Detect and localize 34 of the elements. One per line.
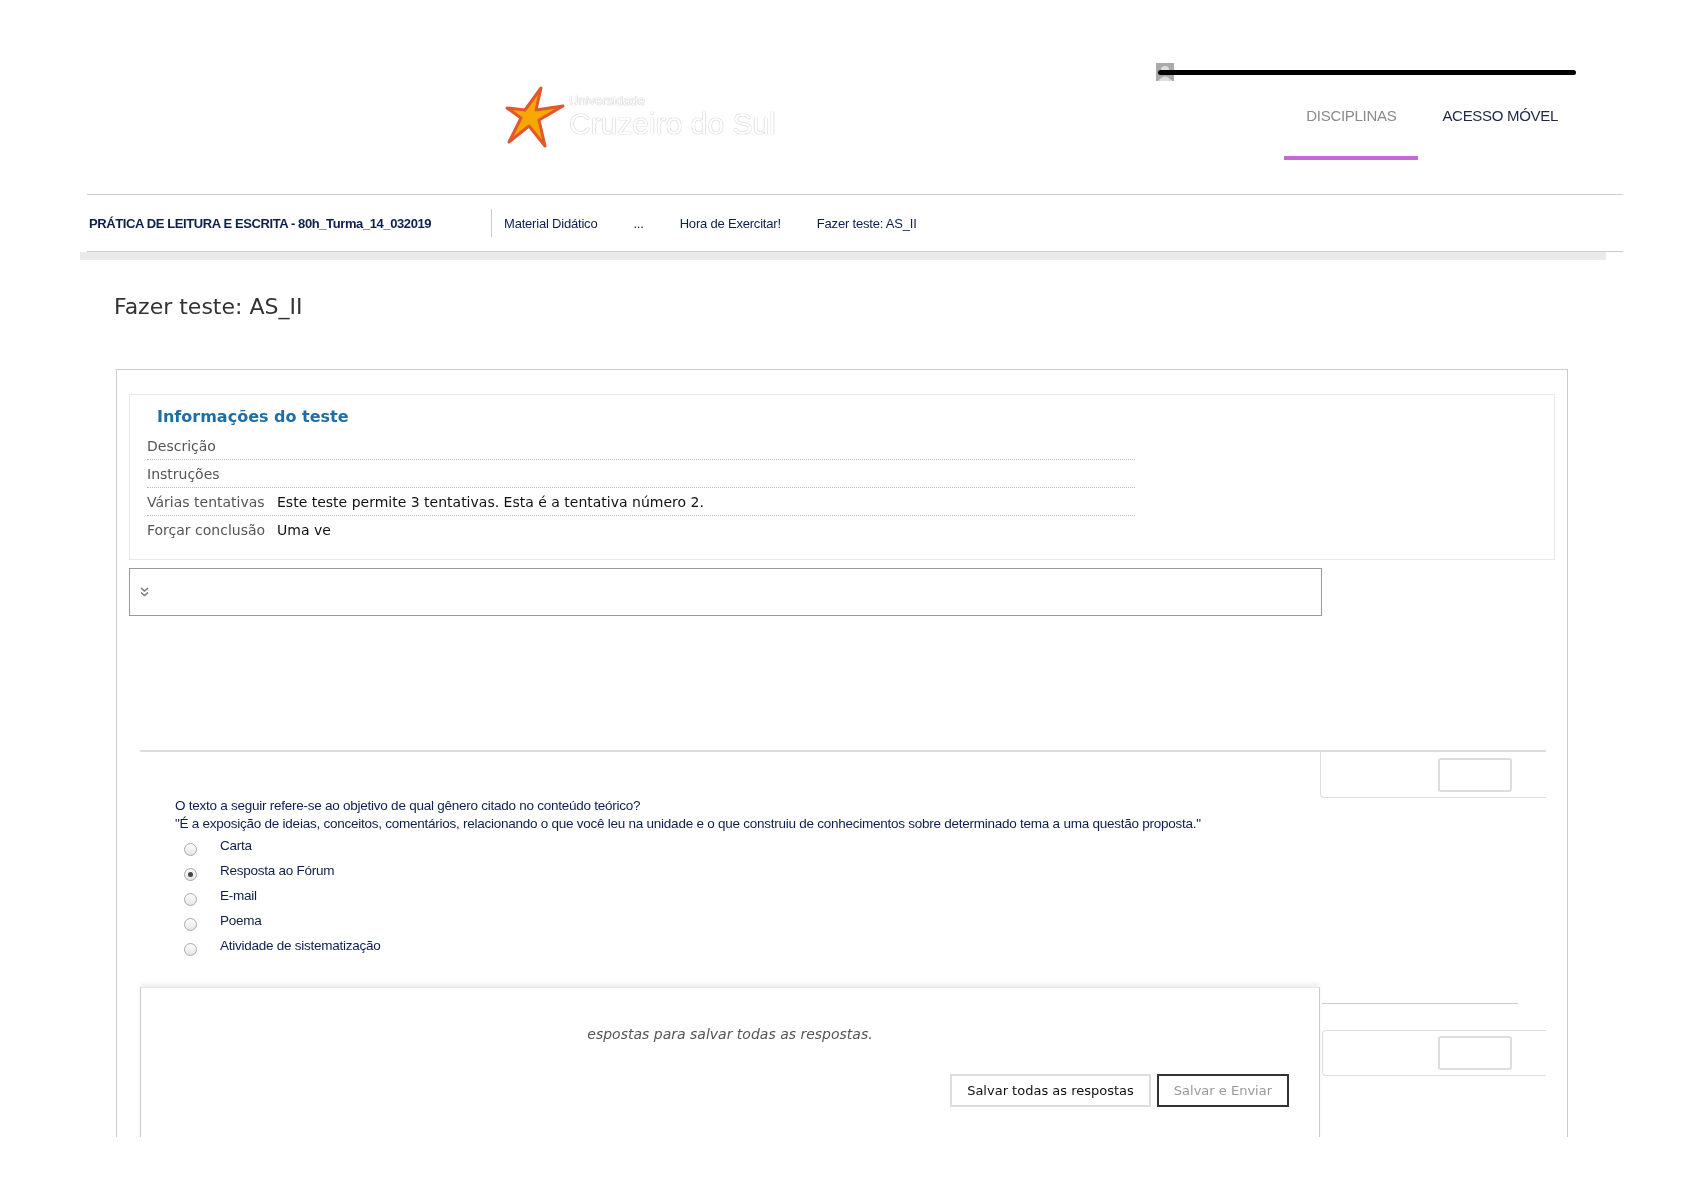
radio-button[interactable] [184,893,197,906]
option-label[interactable]: Poema [220,913,262,928]
collapsed-section[interactable] [129,568,1322,616]
breadcrumb-link[interactable]: Fazer teste: AS_II [816,215,917,231]
question-text: O texto a seguir refere-se ao objetivo de qual gênero citado no conteúdo teórico? [175,797,642,815]
info-label: Instruções [147,465,221,482]
breadcrumb-link[interactable]: Hora de Exercitar! [679,215,781,231]
nav-tab[interactable]: ACESSO MÓVEL [1424,101,1576,160]
info-label: Várias tentativas [147,493,266,510]
option-label[interactable]: Carta [220,838,252,853]
radio-button[interactable] [184,868,197,881]
small-button[interactable] [1438,1036,1512,1070]
option-label[interactable]: E-mail [220,888,257,903]
option-label[interactable]: Resposta ao Fórum [220,863,335,878]
star-logo-icon [505,86,565,148]
breadcrumb-link[interactable]: Material Didático [504,215,598,231]
info-label: Descrição [147,437,217,454]
info-value: Uma ve [277,521,331,538]
radio-button[interactable] [184,918,197,931]
breadcrumb-link[interactable]: ... [633,215,644,231]
save-button[interactable]: Salvar todas as respostas [950,1074,1151,1107]
course-link[interactable]: PRÁTICA DE LEITURA E ESCRITA - 80h_Turma_14_032019 [87,215,491,231]
option-label[interactable]: Atividade de sistematização [220,938,381,953]
double-chevron-icon [140,587,149,597]
radio-button[interactable] [184,843,197,856]
info-label: Forçar conclusão [147,521,267,538]
info-value: Este teste permite 3 tentativas. Esta é a tentativa número 2. [277,493,704,510]
nav-tab[interactable]: DISCIPLINAS [1284,101,1419,160]
small-button[interactable] [1438,757,1512,792]
question-quote: "É a exposição de ideias, conceitos, comentários, relacionando o que você leu na unidade e o que construiu de conhecimentos sobre determinado tema a uma questão proposta." [175,815,1202,833]
section-heading: Informações do teste [157,407,350,426]
save-message: espostas para salvar todas as respostas. [586,1026,874,1042]
page-title: Fazer teste: AS_II [114,294,304,319]
radio-button[interactable] [184,943,197,956]
